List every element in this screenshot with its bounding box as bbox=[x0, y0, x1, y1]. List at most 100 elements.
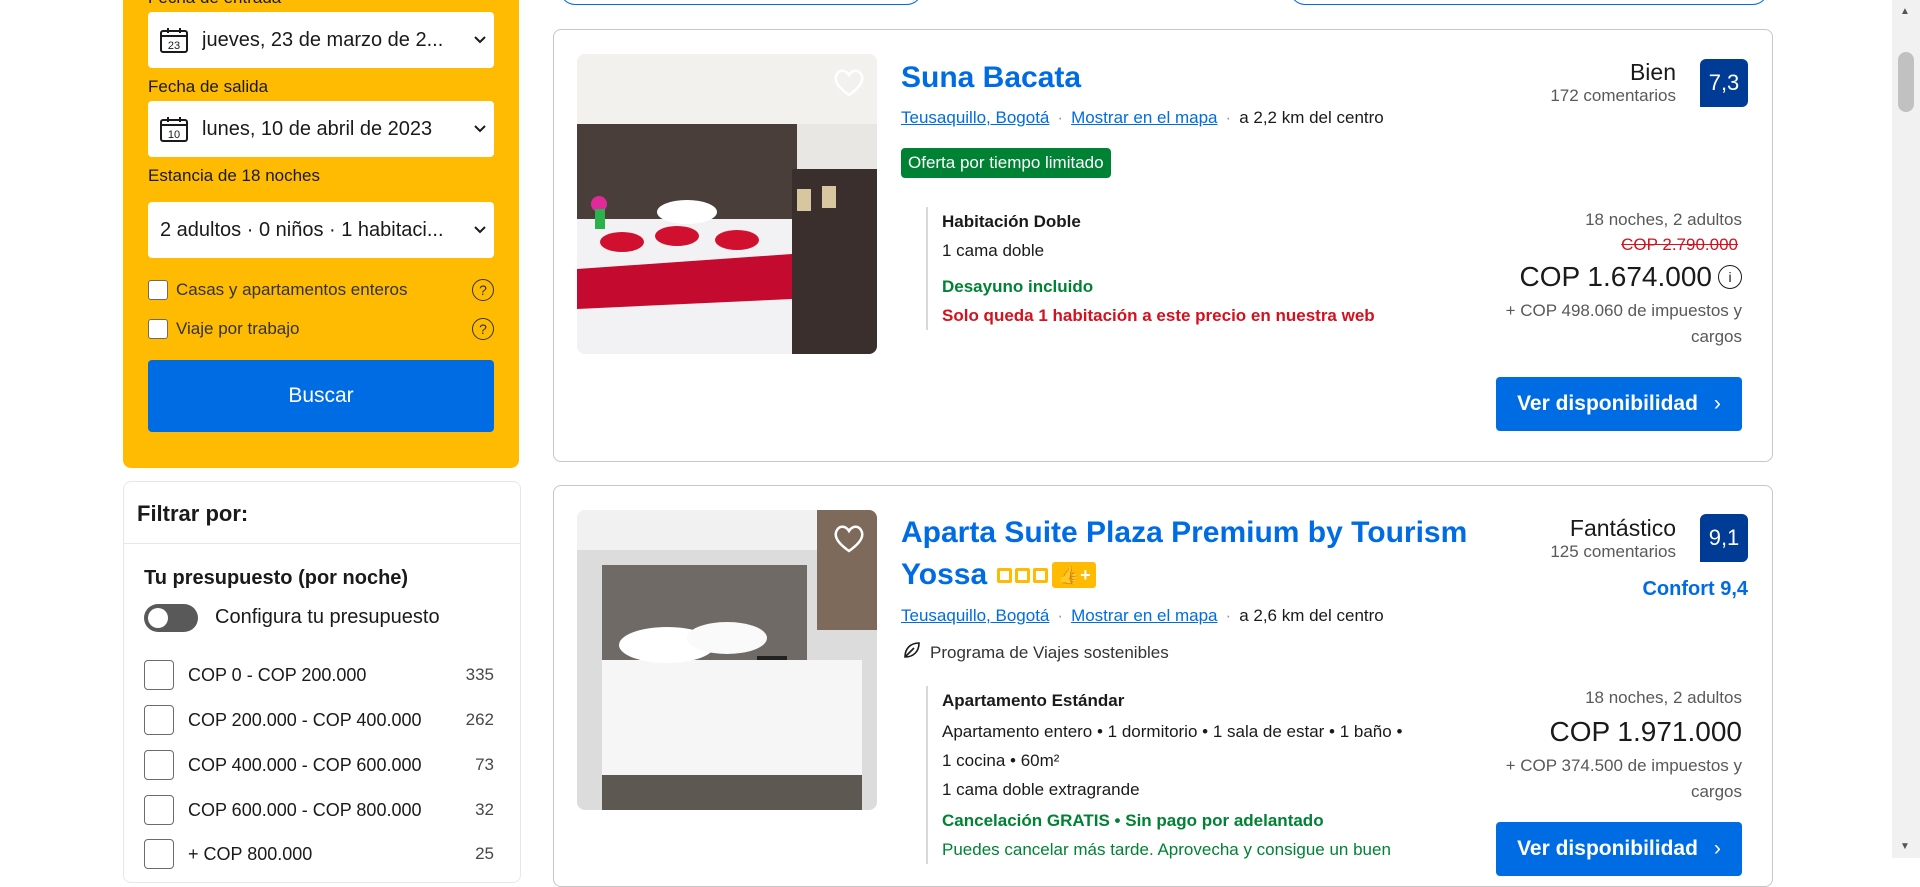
property-photo[interactable] bbox=[577, 54, 877, 354]
heart-icon[interactable] bbox=[831, 520, 867, 556]
svg-text:23: 23 bbox=[168, 40, 180, 52]
distance-text: a 2,6 km del centro bbox=[1239, 606, 1384, 625]
search-button[interactable]: Buscar bbox=[148, 360, 494, 432]
budget-range-label: COP 200.000 - COP 400.000 bbox=[188, 709, 422, 730]
budget-title: Tu presupuesto (por noche) bbox=[144, 567, 409, 589]
work-trip-label: Viaje por trabajo bbox=[176, 319, 300, 338]
price-row: COP 1.674.000 i bbox=[1506, 261, 1742, 293]
checkin-field[interactable]: 23 jueves, 23 de marzo de 2... bbox=[148, 12, 494, 68]
room-details-cont: 1 cocina • 60m² bbox=[942, 751, 1060, 770]
guests-value: 2 adultos · 0 niños · 1 habitaci... bbox=[160, 218, 444, 241]
bed-type: 1 cama doble extragrande bbox=[942, 780, 1140, 799]
budget-range-count: 25 bbox=[475, 844, 494, 863]
budget-range-option[interactable]: + COP 800.000 25 bbox=[144, 839, 494, 869]
help-icon[interactable]: ? bbox=[472, 318, 494, 340]
budget-range-label: + COP 800.000 bbox=[188, 843, 313, 864]
stay-info: 18 noches, 2 adultos bbox=[1585, 688, 1742, 707]
room-details: Apartamento entero • 1 dormitorio • 1 sa… bbox=[942, 722, 1403, 741]
see-availability-label: Ver disponibilidad bbox=[1517, 392, 1698, 415]
map-link[interactable]: Mostrar en el mapa bbox=[1071, 606, 1217, 626]
review-score-word: Fantástico bbox=[1569, 515, 1676, 541]
property-name[interactable]: Aparta Suite Plaza Premium by Tourism Yo… bbox=[901, 512, 1467, 596]
property-name[interactable]: Suna Bacata bbox=[901, 57, 1081, 99]
scarcity-alert: Solo queda 1 habitación a este precio en… bbox=[942, 306, 1375, 325]
chevron-right-icon: › bbox=[1713, 392, 1721, 415]
property-photo[interactable] bbox=[577, 510, 877, 810]
budget-range-option[interactable]: COP 600.000 - COP 800.000 32 bbox=[144, 795, 494, 825]
work-trip-option[interactable]: Viaje por trabajo ? bbox=[148, 318, 494, 340]
bed-type: 1 cama doble bbox=[942, 241, 1045, 260]
district-link[interactable]: Teusaquillo, Bogotá bbox=[901, 606, 1049, 626]
current-price: COP 1.674.000 bbox=[1519, 261, 1712, 292]
taxes-text-cont: cargos bbox=[1690, 782, 1742, 801]
scroll-down-arrow[interactable]: ▼ bbox=[1900, 841, 1910, 852]
deal-badge: Oferta por tiempo limitado bbox=[901, 148, 1111, 178]
scrollbar[interactable]: ▲ ▼ bbox=[1892, 0, 1920, 858]
review-score-badge[interactable]: 7,3 bbox=[1700, 59, 1748, 107]
room-info: Apartamento Estándar Apartamento entero … bbox=[926, 686, 1402, 864]
top-tab-outline-right[interactable] bbox=[1290, 0, 1768, 5]
sustainability-row[interactable]: Programa de Viajes sostenibles bbox=[902, 640, 1169, 665]
sustainability-label: Programa de Viajes sostenibles bbox=[930, 642, 1169, 662]
budget-range-option[interactable]: COP 200.000 - COP 400.000 262 bbox=[144, 705, 494, 735]
room-type: Habitación Doble bbox=[942, 212, 1081, 231]
preferred-partner-icon[interactable]: 👍+ bbox=[1052, 562, 1097, 588]
budget-range-option[interactable]: COP 0 - COP 200.000 335 bbox=[144, 660, 494, 690]
entire-homes-label: Casas y apartamentos enteros bbox=[176, 280, 408, 299]
search-panel: Fecha de entrada 23 jueves, 23 de marzo … bbox=[123, 0, 519, 468]
see-availability-button[interactable]: Ver disponibilidad › bbox=[1496, 822, 1742, 876]
location-row: Teusaquillo, Bogotá · Mostrar en el mapa… bbox=[901, 606, 1384, 626]
info-icon[interactable]: i bbox=[1718, 265, 1742, 289]
separator: · bbox=[1057, 606, 1064, 625]
separator: · bbox=[1225, 108, 1232, 127]
budget-range-count: 335 bbox=[465, 665, 494, 684]
taxes-text: + COP 498.060 de impuestos y bbox=[1505, 301, 1742, 320]
help-icon[interactable]: ? bbox=[472, 279, 494, 301]
calendar-icon: 10 bbox=[160, 116, 188, 142]
budget-range-label: COP 600.000 - COP 800.000 bbox=[188, 799, 422, 820]
filter-title: Filtrar por: bbox=[137, 501, 249, 526]
entire-homes-option[interactable]: Casas y apartamentos enteros ? bbox=[148, 279, 494, 301]
budget-range-option[interactable]: COP 400.000 - COP 600.000 73 bbox=[144, 750, 494, 780]
taxes-text: + COP 374.500 de impuestos y bbox=[1505, 756, 1742, 775]
budget-range-checkbox[interactable] bbox=[144, 750, 174, 780]
checkin-value: jueves, 23 de marzo de 2... bbox=[202, 28, 444, 51]
budget-range-checkbox[interactable] bbox=[144, 705, 174, 735]
budget-range-checkbox[interactable] bbox=[144, 795, 174, 825]
scroll-up-arrow[interactable]: ▲ bbox=[1900, 6, 1910, 17]
chevron-down-icon bbox=[466, 35, 494, 45]
checkout-field[interactable]: 10 lunes, 10 de abril de 2023 bbox=[148, 101, 494, 157]
distance-text: a 2,2 km del centro bbox=[1239, 108, 1384, 127]
filter-panel: Filtrar por: Tu presupuesto (por noche) … bbox=[123, 481, 521, 883]
budget-toggle[interactable] bbox=[144, 604, 198, 632]
see-availability-button[interactable]: Ver disponibilidad › bbox=[1496, 377, 1742, 431]
guests-field[interactable]: 2 adultos · 0 niños · 1 habitaci... bbox=[148, 202, 494, 258]
review-count: 125 comentarios bbox=[1550, 542, 1676, 561]
heart-icon[interactable] bbox=[831, 64, 867, 100]
budget-range-count: 32 bbox=[475, 800, 494, 819]
district-link[interactable]: Teusaquillo, Bogotá bbox=[901, 108, 1049, 128]
property-card: Aparta Suite Plaza Premium by Tourism Yo… bbox=[553, 485, 1773, 887]
property-name-line1[interactable]: Aparta Suite Plaza Premium by Tourism bbox=[901, 512, 1467, 554]
property-name-line2[interactable]: Yossa 👍+ bbox=[901, 554, 1467, 596]
budget-range-checkbox[interactable] bbox=[144, 660, 174, 690]
review-score-badge[interactable]: 9,1 bbox=[1700, 514, 1748, 562]
map-link[interactable]: Mostrar en el mapa bbox=[1071, 108, 1217, 128]
property-card: Suna Bacata Teusaquillo, Bogotá · Mostra… bbox=[553, 29, 1773, 462]
chevron-down-icon bbox=[466, 124, 494, 134]
entire-homes-checkbox[interactable] bbox=[148, 280, 168, 300]
rating-squares-icon bbox=[997, 567, 1049, 583]
separator: · bbox=[1057, 108, 1064, 127]
budget-range-label: COP 0 - COP 200.000 bbox=[188, 664, 367, 685]
budget-range-checkbox[interactable] bbox=[144, 839, 174, 869]
chevron-down-icon bbox=[466, 225, 494, 235]
review-count: 172 comentarios bbox=[1550, 86, 1676, 105]
budget-toggle-label: Configura tu presupuesto bbox=[215, 606, 440, 628]
work-trip-checkbox[interactable] bbox=[148, 319, 168, 339]
top-tab-outline-left[interactable] bbox=[560, 0, 922, 5]
divider bbox=[124, 543, 520, 544]
svg-text:10: 10 bbox=[168, 129, 180, 141]
budget-range-label: COP 400.000 - COP 600.000 bbox=[188, 754, 422, 775]
checkout-value: lunes, 10 de abril de 2023 bbox=[202, 117, 433, 140]
scrollbar-thumb[interactable] bbox=[1898, 52, 1914, 112]
